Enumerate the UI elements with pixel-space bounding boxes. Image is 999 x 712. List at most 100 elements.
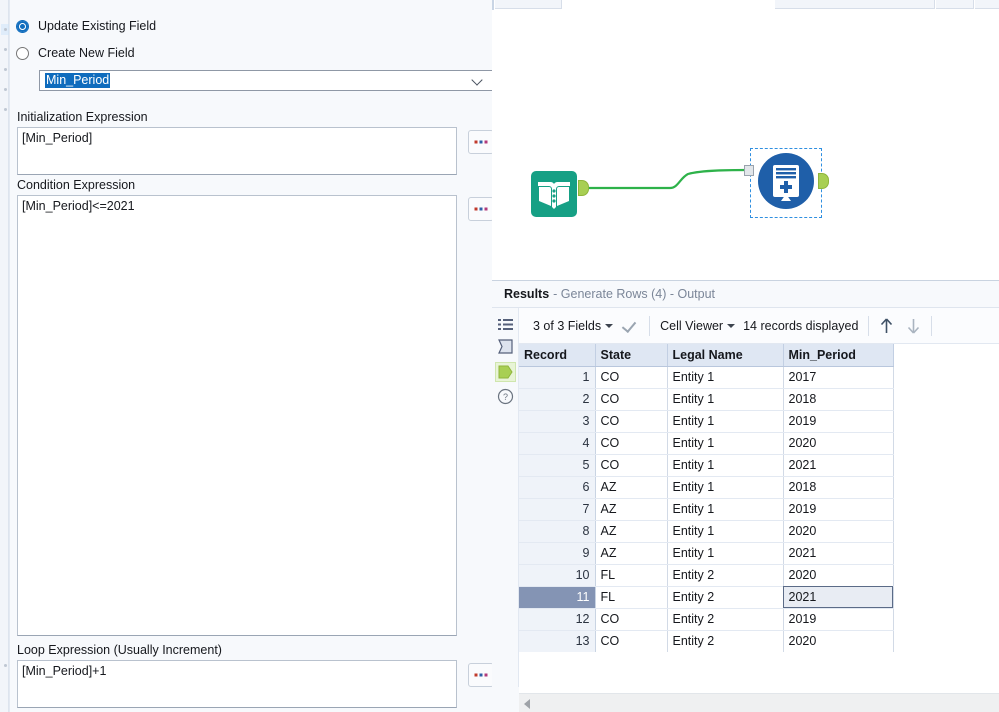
column-header-min-period[interactable]: Min_Period <box>783 344 894 367</box>
arrow-down-icon[interactable] <box>906 317 921 335</box>
text-input-tool[interactable] <box>530 170 578 218</box>
cell-record[interactable]: 4 <box>519 432 596 455</box>
cell-legal-name[interactable]: Entity 1 <box>667 366 784 389</box>
table-row[interactable]: 9 AZ Entity 1 2021 <box>519 542 894 565</box>
workflow-tab-fragment-4[interactable] <box>975 0 999 9</box>
cell-legal-name[interactable]: Entity 2 <box>667 586 784 609</box>
column-header-legal-name[interactable]: Legal Name <box>667 344 784 367</box>
rail-stub-4[interactable] <box>1 104 9 115</box>
panel-icon[interactable] <box>497 338 514 355</box>
cell-record[interactable]: 13 <box>519 630 596 653</box>
horizontal-scrollbar[interactable] <box>519 693 999 712</box>
generate-rows-input-anchor[interactable] <box>744 165 754 176</box>
cell-legal-name[interactable]: Entity 1 <box>667 498 784 521</box>
cell-min-period[interactable]: 2020 <box>783 630 894 653</box>
cell-min-period[interactable]: 2021 <box>783 542 894 565</box>
output-anchor-icon[interactable] <box>495 362 516 382</box>
rail-stub-0[interactable] <box>1 24 9 35</box>
cell-record[interactable]: 6 <box>519 476 596 499</box>
cell-record[interactable]: 7 <box>519 498 596 521</box>
cell-legal-name[interactable]: Entity 2 <box>667 564 784 587</box>
cell-state[interactable]: CO <box>595 454 668 477</box>
help-icon[interactable]: ? <box>497 388 514 405</box>
cell-min-period[interactable]: 2018 <box>783 476 894 499</box>
cell-state[interactable]: CO <box>595 432 668 455</box>
table-row[interactable]: 4 CO Entity 1 2020 <box>519 432 894 455</box>
cell-legal-name[interactable]: Entity 1 <box>667 520 784 543</box>
results-grid[interactable]: Record State Legal Name Min_Period 1 CO En… <box>519 344 999 689</box>
arrow-up-icon[interactable] <box>879 317 894 335</box>
cell-min-period[interactable]: 2020 <box>783 520 894 543</box>
radio-create-new-field[interactable]: Create New Field <box>16 44 135 62</box>
column-header-record[interactable]: Record <box>519 344 596 367</box>
cell-state[interactable]: CO <box>595 366 668 389</box>
cell-state[interactable]: CO <box>595 388 668 411</box>
cell-legal-name[interactable]: Entity 1 <box>667 542 784 565</box>
cell-record[interactable]: 12 <box>519 608 596 631</box>
cell-legal-name[interactable]: Entity 1 <box>667 432 784 455</box>
checkmark-icon[interactable] <box>623 319 639 332</box>
table-row[interactable]: 7 AZ Entity 1 2019 <box>519 498 894 521</box>
cell-state[interactable]: AZ <box>595 498 668 521</box>
initialization-expression-editor-button[interactable] <box>468 130 494 154</box>
workflow-tab-fragment-3[interactable] <box>936 0 974 9</box>
workflow-tab-fragment-2[interactable] <box>775 0 935 9</box>
workflow-canvas[interactable] <box>492 10 999 280</box>
cell-viewer-label[interactable]: Cell Viewer <box>660 319 723 333</box>
condition-expression-input[interactable]: [Min_Period]<=2021 <box>17 195 457 636</box>
cell-state[interactable]: FL <box>595 586 668 609</box>
radio-update-existing-field[interactable]: Update Existing Field <box>16 17 156 35</box>
cell-min-period[interactable]: 2021 <box>783 586 894 609</box>
cell-legal-name[interactable]: Entity 1 <box>667 388 784 411</box>
cell-record[interactable]: 2 <box>519 388 596 411</box>
table-row[interactable]: 1 CO Entity 1 2017 <box>519 366 894 389</box>
loop-expression-input[interactable]: [Min_Period]+1 <box>17 660 457 708</box>
loop-expression-editor-button[interactable] <box>468 663 494 687</box>
cell-state[interactable]: CO <box>595 608 668 631</box>
initialization-expression-input[interactable]: [Min_Period] <box>17 127 457 175</box>
cell-record[interactable]: 3 <box>519 410 596 433</box>
radio-create-new-field-indicator[interactable] <box>16 46 29 60</box>
cell-min-period[interactable]: 2019 <box>783 498 894 521</box>
cell-state[interactable]: FL <box>595 564 668 587</box>
cell-min-period[interactable]: 2018 <box>783 388 894 411</box>
cell-record[interactable]: 11 <box>519 586 596 609</box>
cell-legal-name[interactable]: Entity 2 <box>667 630 784 653</box>
cell-min-period[interactable]: 2019 <box>783 410 894 433</box>
generate-rows-tool[interactable] <box>755 150 817 212</box>
condition-expression-editor-button[interactable] <box>468 197 494 221</box>
radio-update-existing-field-indicator[interactable] <box>16 19 29 33</box>
cell-min-period[interactable]: 2019 <box>783 608 894 631</box>
rail-stub-2[interactable] <box>1 64 9 75</box>
cell-record[interactable]: 8 <box>519 520 596 543</box>
cell-min-period[interactable]: 2020 <box>783 564 894 587</box>
table-row[interactable]: 3 CO Entity 1 2019 <box>519 410 894 433</box>
cell-legal-name[interactable]: Entity 1 <box>667 454 784 477</box>
table-row[interactable]: 10 FL Entity 2 2020 <box>519 564 894 587</box>
chevron-down-icon[interactable] <box>473 75 484 86</box>
table-row[interactable]: 5 CO Entity 1 2021 <box>519 454 894 477</box>
table-row[interactable]: 6 AZ Entity 1 2018 <box>519 476 894 499</box>
chevron-down-icon[interactable] <box>605 323 614 328</box>
table-row[interactable]: 2 CO Entity 1 2018 <box>519 388 894 411</box>
cell-record[interactable]: 9 <box>519 542 596 565</box>
rail-stub-3[interactable] <box>1 84 9 95</box>
table-row[interactable]: 8 AZ Entity 1 2020 <box>519 520 894 543</box>
rail-stub-5[interactable] <box>1 660 9 671</box>
column-header-state[interactable]: State <box>595 344 668 367</box>
table-row[interactable]: 12 CO Entity 2 2019 <box>519 608 894 631</box>
cell-min-period[interactable]: 2021 <box>783 454 894 477</box>
cell-record[interactable]: 5 <box>519 454 596 477</box>
workflow-tab-fragment-1[interactable] <box>495 0 562 9</box>
list-icon[interactable] <box>497 316 514 333</box>
triangle-left-icon[interactable] <box>524 699 530 709</box>
cell-legal-name[interactable]: Entity 2 <box>667 608 784 631</box>
cell-state[interactable]: CO <box>595 410 668 433</box>
cell-min-period[interactable]: 2017 <box>783 366 894 389</box>
fields-count-label[interactable]: 3 of 3 Fields <box>533 319 601 333</box>
table-row[interactable]: 11 FL Entity 2 2021 <box>519 586 894 609</box>
cell-state[interactable]: CO <box>595 630 668 653</box>
cell-record[interactable]: 10 <box>519 564 596 587</box>
cell-state[interactable]: AZ <box>595 476 668 499</box>
cell-state[interactable]: AZ <box>595 542 668 565</box>
